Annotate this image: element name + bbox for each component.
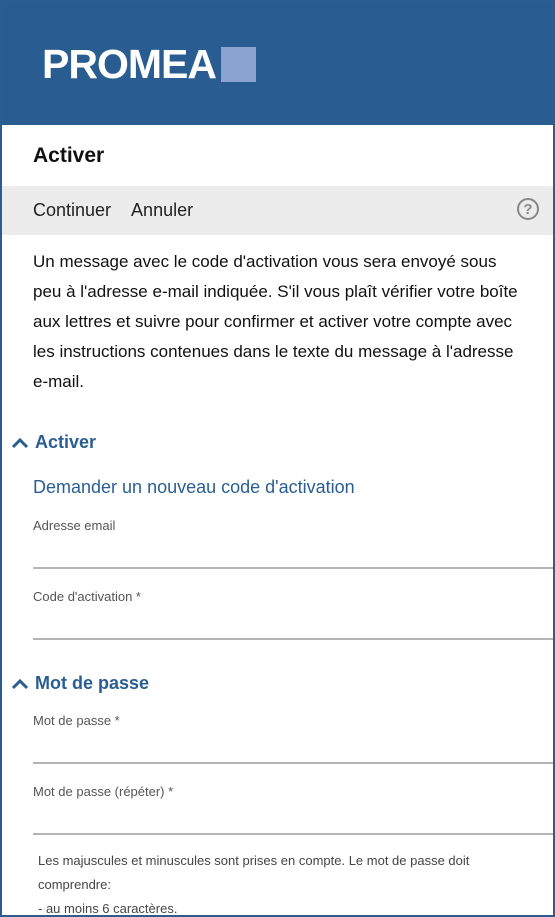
- chevron-up-icon: [11, 678, 29, 689]
- password-repeat-field: Mot de passe (répéter) *: [2, 784, 553, 835]
- page-title: Activer: [33, 143, 105, 167]
- password-input[interactable]: [33, 738, 553, 764]
- promea-logo: PROMEA: [42, 44, 256, 85]
- email-label: Adresse email: [33, 518, 116, 533]
- title-bar: Activer: [2, 125, 553, 186]
- password-repeat-label: Mot de passe (répéter) *: [33, 784, 174, 799]
- email-field: Adresse email: [2, 518, 553, 569]
- request-new-code-link[interactable]: Demander un nouveau code d'activation: [2, 477, 553, 498]
- password-field: Mot de passe *: [2, 713, 553, 764]
- section-heading-activate: Activer: [35, 432, 97, 452]
- section-heading-password: Mot de passe: [35, 673, 150, 693]
- help-icon[interactable]: ?: [517, 198, 539, 220]
- password-label: Mot de passe *: [33, 713, 120, 728]
- activation-message: Un message avec le code d'activation vou…: [33, 252, 518, 391]
- password-hint-rules: Les majuscules et minuscules sont prises…: [38, 853, 470, 892]
- activation-code-label: Code d'activation *: [33, 589, 141, 604]
- password-repeat-input[interactable]: [33, 809, 553, 835]
- toolbar: Continuer Annuler ?: [2, 186, 553, 235]
- activation-code-input[interactable]: [33, 614, 553, 640]
- logo-text: PROMEA: [42, 41, 217, 87]
- password-hint-length: - au moins 6 caractères.: [38, 901, 178, 916]
- app-header: PROMEA: [2, 2, 553, 125]
- cancel-button[interactable]: Annuler: [131, 200, 193, 221]
- activation-code-field: Code d'activation *: [2, 589, 553, 640]
- logo-square: [220, 47, 256, 82]
- continue-button[interactable]: Continuer: [33, 200, 111, 221]
- chevron-up-icon: [11, 437, 29, 448]
- section-toggle-activate[interactable]: Activer: [2, 432, 553, 453]
- section-toggle-password[interactable]: Mot de passe: [2, 673, 553, 694]
- password-hint: Les majuscules et minuscules sont prises…: [2, 849, 553, 916]
- page-frame: PROMEA Activer Continuer Annuler ? Un me…: [0, 0, 555, 917]
- email-input[interactable]: [33, 543, 553, 569]
